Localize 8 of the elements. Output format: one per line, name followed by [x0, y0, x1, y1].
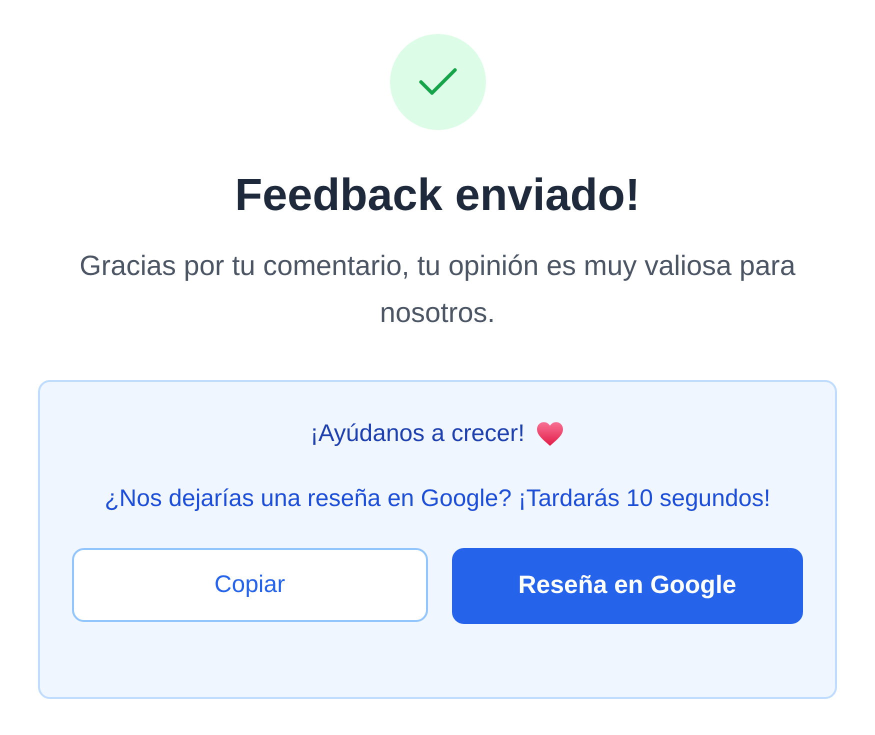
- title: Feedback enviado!: [234, 168, 640, 222]
- heart-icon: [534, 421, 565, 447]
- card-heading: ¡Ayúdanos a crecer!: [310, 419, 525, 449]
- copy-button[interactable]: Copiar: [72, 548, 428, 622]
- check-icon: [418, 67, 458, 97]
- review-button[interactable]: Reseña en Google: [452, 548, 803, 624]
- card-text: ¿Nos dejarías una reseña en Google? ¡Tardarás 10 segundos!: [104, 484, 772, 514]
- message: Gracias por tu comentario, tu opinión es muy valiosa para nosotros.: [78, 249, 796, 330]
